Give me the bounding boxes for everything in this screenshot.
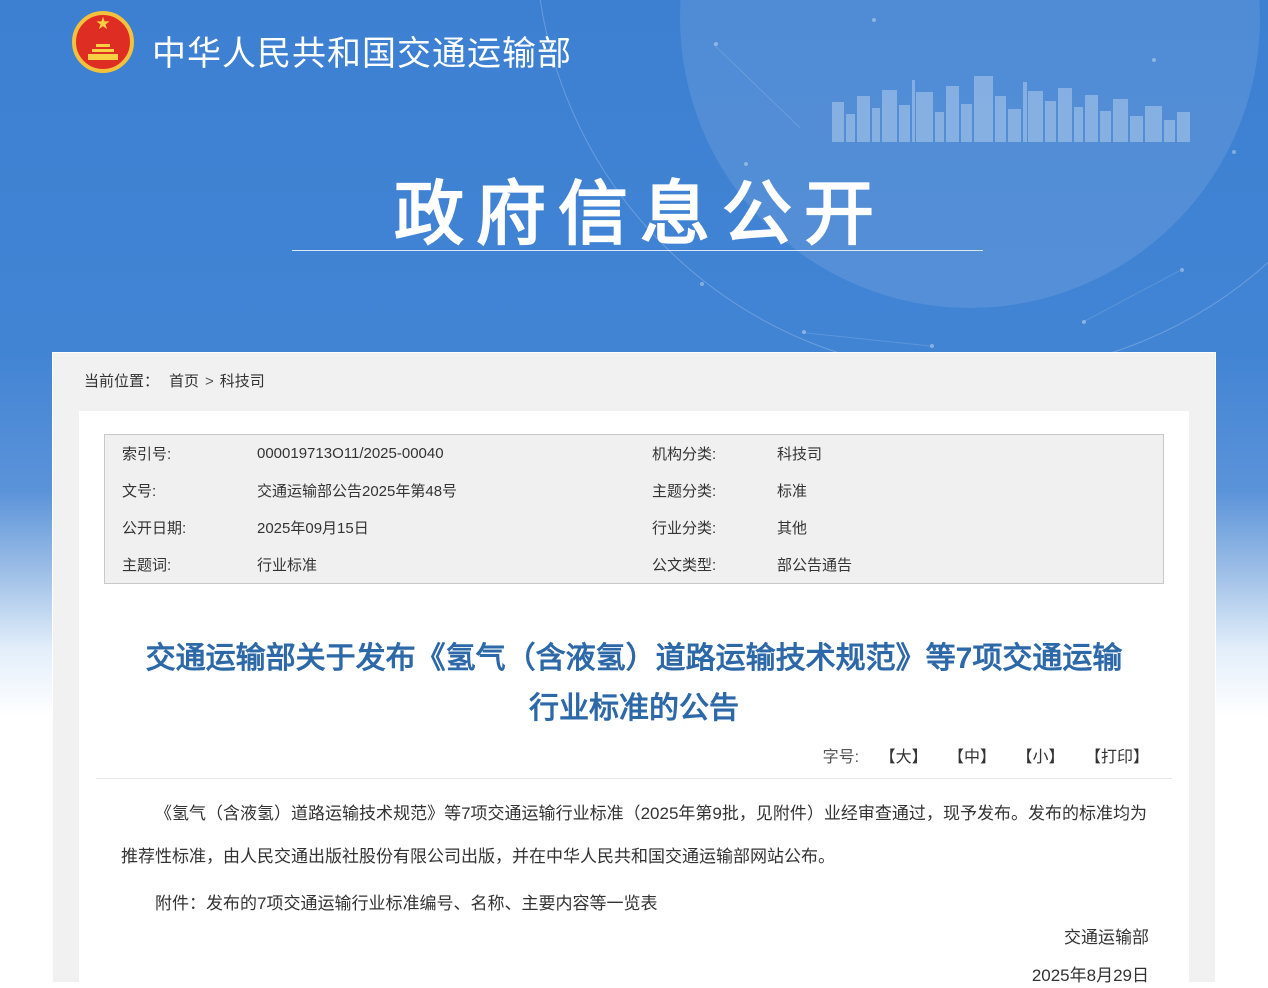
breadcrumb-section-link[interactable]: 科技司 [220, 373, 265, 390]
metadata-row: 文号: 交通运输部公告2025年第48号 主题分类: 标准 [105, 472, 1163, 509]
article-title-line2: 行业标准的公告 [79, 684, 1189, 734]
font-size-label: 字号: [823, 749, 859, 766]
decor-dot [1232, 150, 1236, 154]
article-title-line1: 交通运输部关于发布《氢气（含液氢）道路运输技术规范》等7项交通运输 [79, 634, 1189, 684]
font-size-controls: 字号: 【大】 【中】 【小】 【打印】 [79, 746, 1149, 770]
metadata-row: 公开日期: 2025年09月15日 行业分类: 其他 [105, 509, 1163, 546]
national-emblem-icon[interactable]: ★ [72, 11, 134, 73]
title-divider [96, 778, 1172, 779]
metadata-table: 索引号: 000019713O11/2025-00040 机构分类: 科技司 文… [104, 434, 1164, 584]
breadcrumb-home-link[interactable]: 首页 [169, 373, 199, 390]
meta-label: 文号: [122, 480, 257, 501]
banner-title-underline [292, 250, 983, 251]
content-card: 当前位置： 首页 > 科技司 索引号: 000019713O11/2025-00040… [52, 352, 1216, 982]
meta-value: 其他 [777, 517, 1163, 538]
banner-title: 政府信息公开 [0, 158, 1268, 259]
emblem-gate-icon [87, 44, 119, 60]
meta-label: 主题分类: [652, 480, 777, 501]
meta-label: 行业分类: [652, 517, 777, 538]
meta-label: 主题词: [122, 554, 257, 575]
article-panel: 索引号: 000019713O11/2025-00040 机构分类: 科技司 文… [79, 411, 1189, 983]
font-large-button[interactable]: 【大】 [880, 749, 928, 766]
breadcrumb-separator: > [205, 373, 214, 390]
metadata-row: 主题词: 行业标准 公文类型: 部公告通告 [105, 546, 1163, 583]
print-button[interactable]: 【打印】 [1085, 749, 1149, 766]
article-paragraph: 《氢气（含液氢）道路运输技术规范》等7项交通运输行业标准（2025年第9批，见附… [121, 792, 1147, 878]
meta-value: 行业标准 [257, 554, 652, 575]
meta-value: 000019713O11/2025-00040 [257, 445, 652, 462]
attachment-link[interactable]: 发布的7项交通运输行业标准编号、名称、主要内容等一览表 [206, 894, 657, 913]
metadata-row: 索引号: 000019713O11/2025-00040 机构分类: 科技司 [105, 435, 1163, 472]
signature: 交通运输部 [79, 926, 1149, 950]
meta-value: 2025年09月15日 [257, 517, 652, 538]
breadcrumb: 当前位置： 首页 > 科技司 [53, 353, 1215, 411]
breadcrumb-label: 当前位置： [84, 373, 159, 390]
emblem-star-icon: ★ [95, 15, 110, 32]
meta-value: 部公告通告 [777, 554, 1163, 575]
meta-value: 科技司 [777, 443, 1163, 464]
site-header: ★ 中华人民共和国交通运输部 [0, 0, 1268, 92]
meta-label: 机构分类: [652, 443, 777, 464]
article-title: 交通运输部关于发布《氢气（含液氢）道路运输技术规范》等7项交通运输 行业标准的公… [79, 634, 1189, 734]
font-small-button[interactable]: 【小】 [1017, 749, 1065, 766]
meta-value: 交通运输部公告2025年第48号 [257, 480, 652, 501]
meta-value: 标准 [777, 480, 1163, 501]
decor-dot [1180, 268, 1184, 272]
site-name[interactable]: 中华人民共和国交通运输部 [152, 26, 572, 75]
attachment-line: 附件：发布的7项交通运输行业标准编号、名称、主要内容等一览表 [121, 892, 1147, 916]
attachment-label: 附件： [155, 894, 206, 913]
meta-label: 索引号: [122, 443, 257, 464]
font-medium-button[interactable]: 【中】 [948, 749, 996, 766]
meta-label: 公开日期: [122, 517, 257, 538]
meta-label: 公文类型: [652, 554, 777, 575]
publish-date: 2025年8月29日 [79, 964, 1149, 988]
decor-dot [700, 282, 704, 286]
